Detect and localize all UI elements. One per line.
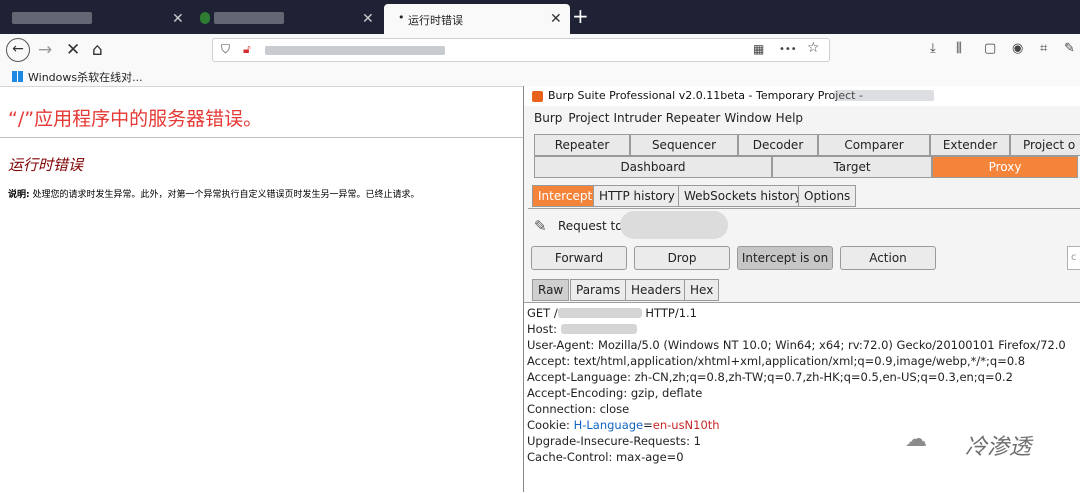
tab-title: 运行时错误 bbox=[408, 14, 463, 27]
bookmark-label: Windows杀软在线对... bbox=[28, 71, 143, 84]
action-button[interactable]: Action bbox=[840, 246, 936, 270]
tab-extender[interactable]: Extender bbox=[930, 134, 1010, 156]
tab-comparer[interactable]: Comparer bbox=[818, 134, 930, 156]
tab-target[interactable]: Target bbox=[772, 156, 932, 178]
menu-window[interactable]: Window bbox=[724, 108, 771, 128]
tab-decoder[interactable]: Decoder bbox=[738, 134, 818, 156]
request-to-label: Request to bbox=[558, 219, 623, 233]
redacted-tab-title bbox=[12, 12, 92, 24]
shield-icon[interactable]: ⛉ bbox=[221, 42, 230, 57]
menu-repeater[interactable]: Repeater bbox=[666, 108, 721, 128]
tab-project-options[interactable]: Project o bbox=[1010, 134, 1080, 156]
close-tab-icon[interactable]: ✕ bbox=[550, 11, 562, 27]
burp-menubar: Burp Project Intruder Repeater Window Help bbox=[524, 108, 1080, 128]
library-icon[interactable]: ⫼ bbox=[956, 41, 962, 56]
pencil-icon: ✎ bbox=[534, 217, 547, 235]
downloads-icon[interactable]: ⤓ bbox=[930, 41, 936, 56]
error-description: 说明: 处理您的请求时发生异常。此外，对第一个异常执行自定义错误页时发生另一异常… bbox=[8, 187, 419, 200]
redacted-tab-title bbox=[214, 12, 284, 24]
intercept-toggle-button[interactable]: Intercept is on bbox=[737, 246, 833, 270]
menu-help[interactable]: Help bbox=[776, 108, 803, 128]
tab-dashboard[interactable]: Dashboard bbox=[534, 156, 772, 178]
subtab-http-history[interactable]: HTTP history bbox=[593, 185, 681, 207]
tab-sequencer[interactable]: Sequencer bbox=[630, 134, 738, 156]
account-icon[interactable]: ◉ bbox=[1012, 41, 1023, 56]
redacted-project-name bbox=[834, 90, 934, 101]
wechat-icon: ☁︎ bbox=[905, 427, 927, 452]
description-label: 说明: bbox=[8, 190, 30, 200]
bookmark-item[interactable]: Windows杀软在线对... bbox=[12, 69, 143, 85]
browser-tab-active[interactable]: • 运行时错误 ✕ bbox=[384, 4, 570, 34]
raw-request-editor[interactable]: GET / HTTP/1.1 Host: User-Agent: Mozilla… bbox=[524, 302, 1080, 493]
connection-header: Connection: close bbox=[527, 402, 630, 416]
back-button[interactable]: ← bbox=[6, 38, 30, 62]
tab-hex[interactable]: Hex bbox=[684, 279, 720, 301]
home-button[interactable]: ⌂ bbox=[92, 39, 103, 61]
close-tab-icon[interactable]: ✕ bbox=[172, 11, 184, 27]
burp-logo-icon bbox=[532, 91, 543, 102]
loading-dot-icon: • bbox=[398, 11, 405, 24]
bookmarks-bar: Windows杀软在线对... bbox=[0, 66, 1080, 87]
tab-proxy[interactable]: Proxy bbox=[932, 156, 1078, 178]
sidebar-icon[interactable]: ▢ bbox=[984, 41, 996, 56]
accept-language-header: Accept-Language: zh-CN,zh;q=0.8,zh-TW;q=… bbox=[527, 370, 1013, 384]
forward-button[interactable]: → bbox=[38, 39, 52, 61]
redacted-host bbox=[620, 211, 728, 239]
forward-button[interactable]: Forward bbox=[531, 246, 627, 270]
user-agent-header: User-Agent: Mozilla/5.0 (Windows NT 10.0… bbox=[527, 338, 1066, 352]
favicon-icon bbox=[200, 12, 210, 24]
windows-icon bbox=[12, 71, 23, 82]
cookie-name: H-Language bbox=[573, 418, 644, 432]
bookmark-star-icon[interactable]: ☆ bbox=[807, 40, 820, 56]
tab-params[interactable]: Params bbox=[570, 279, 627, 301]
browser-tab[interactable]: ✕ bbox=[0, 4, 190, 34]
menu-project[interactable]: Project bbox=[568, 108, 609, 128]
divider bbox=[0, 137, 525, 138]
drop-button[interactable]: Drop bbox=[634, 246, 730, 270]
qr-code-icon[interactable]: ▦ bbox=[753, 42, 764, 56]
page-actions-icon[interactable]: ••• bbox=[779, 44, 797, 55]
burp-window-title: Burp Suite Professional v2.0.11beta - Te… bbox=[548, 89, 863, 102]
watermark-text: 冷渗透 bbox=[965, 435, 1032, 460]
tab-raw[interactable]: Raw bbox=[532, 279, 570, 301]
new-tab-button[interactable]: + bbox=[572, 5, 589, 27]
host-header: Host: bbox=[527, 321, 1078, 337]
browser-tab-bar: ✕ ✕ • 运行时错误 ✕ + bbox=[0, 0, 1080, 34]
error-subtitle: 运行时错误 bbox=[8, 156, 84, 174]
cookie-value: en-usN10th bbox=[652, 418, 720, 432]
extension-icon[interactable]: ✎ bbox=[1064, 41, 1075, 56]
description-text: 处理您的请求时发生异常。此外，对第一个异常执行自定义错误页时发生另一异常。已终止… bbox=[29, 190, 420, 200]
subtab-intercept[interactable]: Intercept bbox=[532, 185, 599, 207]
redacted-url bbox=[265, 46, 445, 55]
redacted-host-value bbox=[560, 324, 637, 334]
tab-repeater[interactable]: Repeater bbox=[534, 134, 630, 156]
subtab-websockets-history[interactable]: WebSockets history bbox=[678, 185, 808, 207]
accept-header: Accept: text/html,application/xhtml+xml,… bbox=[527, 354, 1026, 368]
accept-encoding-header: Accept-Encoding: gzip, deflate bbox=[527, 386, 703, 400]
tab-headers[interactable]: Headers bbox=[625, 279, 687, 301]
browser-tab[interactable]: ✕ bbox=[192, 4, 382, 34]
request-line: GET / HTTP/1.1 bbox=[527, 306, 697, 320]
close-tab-icon[interactable]: ✕ bbox=[362, 11, 374, 27]
navigation-bar: ← → ✕ ⌂ ⛉ 🔓︎ ▦ ••• ☆ ⤓ ⫼ ▢ ◉ ⌗ ✎ bbox=[0, 34, 1080, 66]
menu-burp[interactable]: Burp bbox=[534, 108, 562, 128]
subtab-options[interactable]: Options bbox=[798, 185, 857, 207]
screenshot-icon[interactable]: ⌗ bbox=[1040, 41, 1047, 56]
menu-intruder[interactable]: Intruder bbox=[613, 108, 661, 128]
burp-titlebar: Burp Suite Professional v2.0.11beta - Te… bbox=[524, 86, 1080, 106]
search-field-edge[interactable]: c bbox=[1067, 246, 1080, 270]
error-title: “/”应用程序中的服务器错误。 bbox=[8, 108, 263, 130]
url-bar[interactable]: ⛉ 🔓︎ ▦ ••• ☆ bbox=[212, 38, 830, 62]
redacted-path bbox=[557, 308, 642, 318]
insecure-lock-icon[interactable]: 🔓︎ bbox=[243, 42, 251, 57]
stop-button[interactable]: ✕ bbox=[66, 39, 80, 61]
